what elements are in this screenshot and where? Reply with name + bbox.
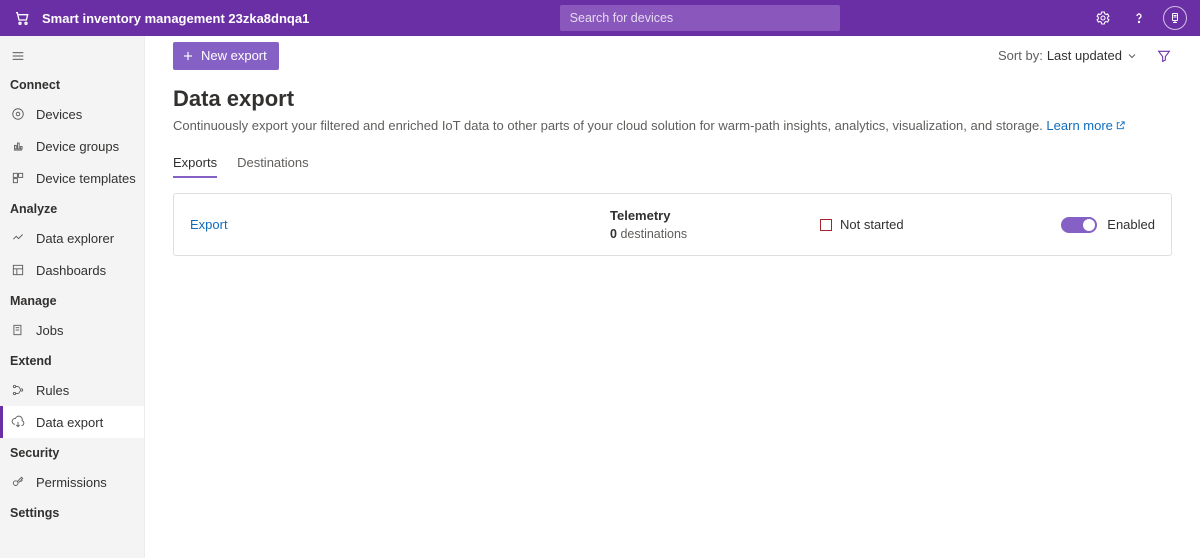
enabled-toggle[interactable] [1061,217,1097,233]
sidebar: Connect Devices Device groups Device tem… [0,36,145,558]
data-export-icon [10,414,26,430]
device-templates-icon [10,170,26,186]
learn-more-link[interactable]: Learn more [1046,118,1125,133]
sidebar-item-label: Data export [36,415,103,430]
search-input[interactable] [570,11,830,25]
sidebar-item-data-explorer[interactable]: Data explorer [0,222,144,254]
export-name-link[interactable]: Export [190,217,228,232]
sidebar-section-connect: Connect [0,70,144,98]
tabs: Exports Destinations [173,149,1172,179]
sidebar-section-security: Security [0,438,144,466]
help-icon[interactable] [1126,5,1152,31]
app-title: Smart inventory management 23zka8dnqa1 [42,11,309,26]
export-row: Export Telemetry 0 destinations Not star… [173,193,1172,256]
search-box[interactable] [560,5,840,31]
sidebar-item-label: Rules [36,383,69,398]
export-status-cell: Not started [820,217,1025,232]
sidebar-item-label: Devices [36,107,82,122]
tab-exports[interactable]: Exports [173,149,217,178]
status-text: Not started [840,217,904,232]
filter-icon [1156,48,1172,64]
rules-icon [10,382,26,398]
settings-gear-icon[interactable] [1090,5,1116,31]
sidebar-item-label: Device groups [36,139,119,154]
sidebar-item-label: Dashboards [36,263,106,278]
new-export-button[interactable]: New export [173,42,279,70]
sidebar-item-rules[interactable]: Rules [0,374,144,406]
page-title: Data export [173,86,1172,112]
permissions-icon [10,474,26,490]
new-export-label: New export [201,48,267,63]
sort-by-prefix: Sort by: [998,48,1043,63]
data-explorer-icon [10,230,26,246]
telemetry-title: Telemetry [610,208,820,223]
sort-by-dropdown[interactable]: Sort by: Last updated [998,48,1138,63]
sidebar-item-label: Data explorer [36,231,114,246]
sidebar-item-label: Jobs [36,323,63,338]
tab-destinations[interactable]: Destinations [237,149,309,178]
toolbar: New export Sort by: Last updated [145,36,1200,76]
export-enabled-cell: Enabled [1025,217,1155,233]
sidebar-item-permissions[interactable]: Permissions [0,466,144,498]
sidebar-item-jobs[interactable]: Jobs [0,314,144,346]
sort-by-value: Last updated [1047,48,1122,63]
devices-icon [10,106,26,122]
sidebar-section-manage: Manage [0,286,144,314]
enabled-label: Enabled [1107,217,1155,232]
collapse-menu-icon[interactable] [10,48,26,64]
sidebar-section-extend: Extend [0,346,144,374]
not-started-icon [820,219,832,231]
sidebar-section-settings: Settings [0,498,144,526]
sidebar-item-devices[interactable]: Devices [0,98,144,130]
sidebar-item-label: Device templates [36,171,136,186]
main-content: New export Sort by: Last updated Data ex… [145,36,1200,558]
filter-button[interactable] [1156,48,1172,64]
export-name-cell: Export [190,217,610,232]
page-description: Continuously export your filtered and en… [173,118,1172,133]
chevron-down-icon [1126,50,1138,62]
app-header: Smart inventory management 23zka8dnqa1 [0,0,1200,36]
device-groups-icon [10,138,26,154]
sidebar-section-analyze: Analyze [0,194,144,222]
dashboards-icon [10,262,26,278]
sidebar-item-device-templates[interactable]: Device templates [0,162,144,194]
jobs-icon [10,322,26,338]
sidebar-item-device-groups[interactable]: Device groups [0,130,144,162]
sidebar-item-dashboards[interactable]: Dashboards [0,254,144,286]
telemetry-subtitle: 0 destinations [610,227,820,241]
sidebar-item-label: Permissions [36,475,107,490]
app-logo-icon [8,10,36,26]
export-telemetry-cell: Telemetry 0 destinations [610,208,820,241]
user-avatar[interactable] [1162,5,1188,31]
sidebar-item-data-export[interactable]: Data export [0,406,144,438]
